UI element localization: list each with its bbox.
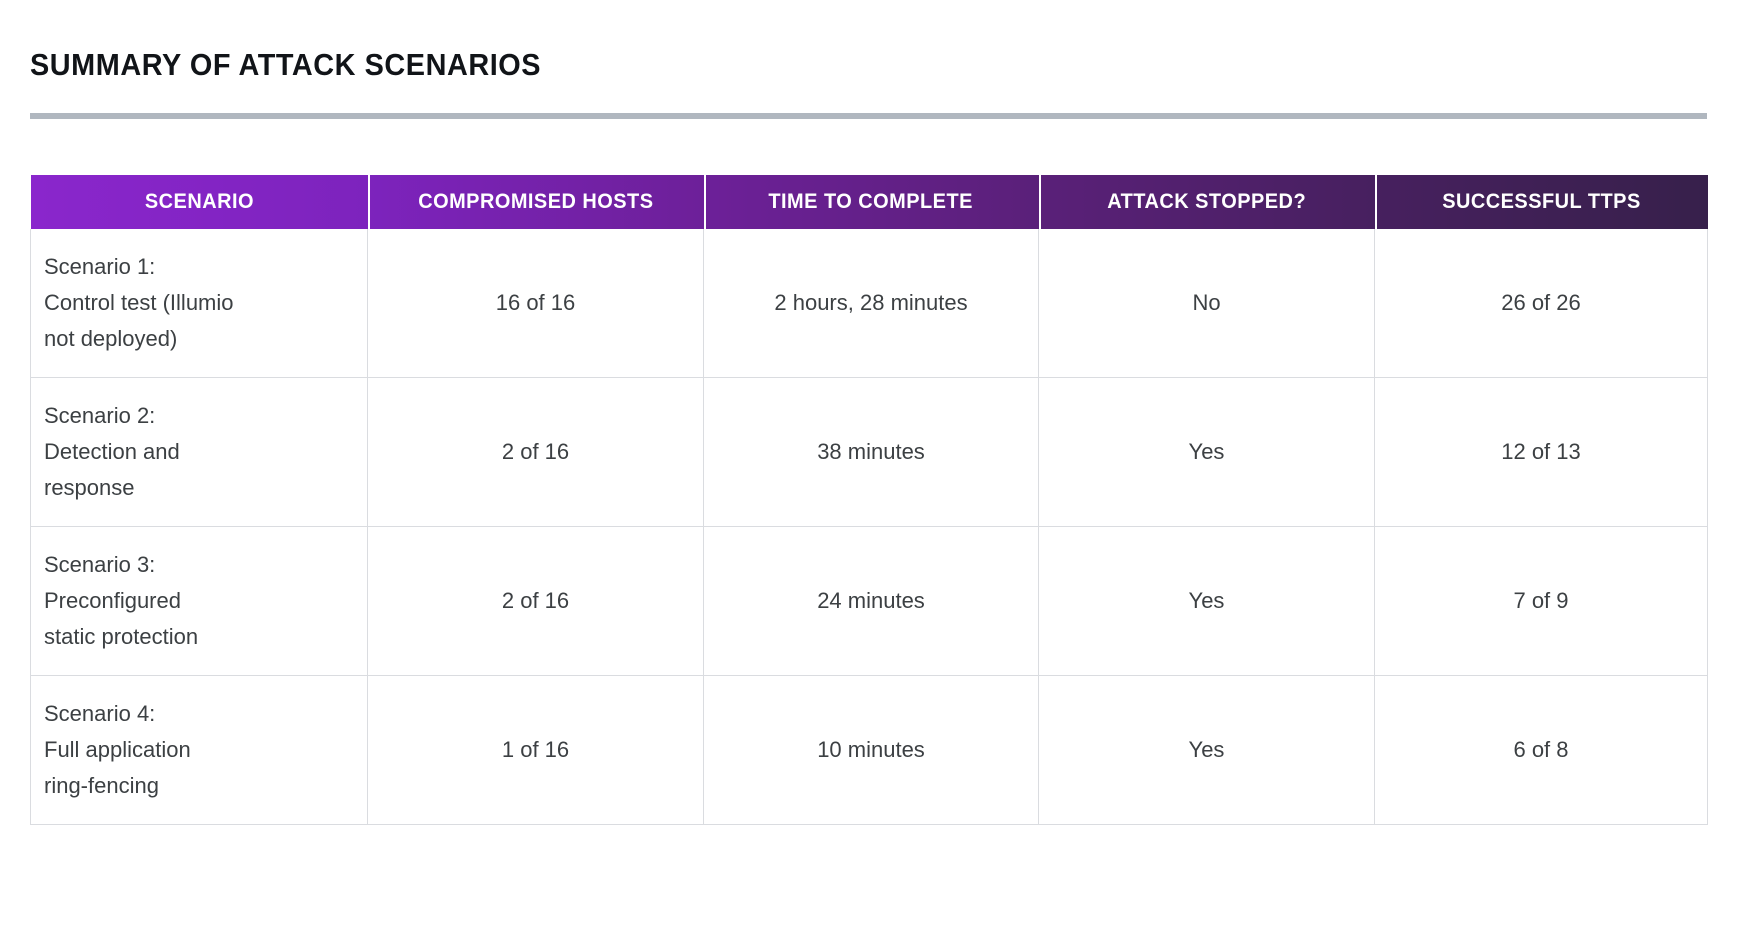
attack-scenarios-table: SCENARIO COMPROMISED HOSTS TIME TO COMPL… — [30, 175, 1708, 825]
cell-scenario: Scenario 2: Detection and response — [30, 377, 368, 527]
scenario-line: Control test (Illumio — [44, 290, 234, 315]
column-header-scenario-label: SCENARIO — [144, 190, 254, 213]
column-header-successful-ttps: SUCCESSFUL TTPs — [1374, 175, 1708, 229]
cell-time-to-complete: 24 minutes — [703, 526, 1039, 676]
scenario-line: Scenario 4: — [44, 701, 156, 726]
cell-successful-ttps: 26 of 26 — [1374, 229, 1708, 378]
title-divider — [30, 113, 1707, 119]
scenario-line: ring-fencing — [44, 773, 159, 798]
column-header-compromised-hosts-label: COMPROMISED HOSTS — [417, 190, 654, 213]
table-header: SCENARIO COMPROMISED HOSTS TIME TO COMPL… — [30, 175, 1708, 229]
column-header-attack-stopped-label: ATTACK STOPPED? — [1107, 190, 1306, 213]
cell-time-to-complete: 2 hours, 28 minutes — [703, 229, 1039, 378]
table-row: Scenario 2: Detection and response 2 of … — [30, 377, 1708, 527]
cell-successful-ttps: 7 of 9 — [1374, 526, 1708, 676]
column-header-successful-ttps-label: SUCCESSFUL TTPs — [1441, 190, 1641, 213]
scenario-line: Scenario 2: — [44, 403, 156, 428]
table-body: Scenario 1: Control test (Illumio not de… — [30, 229, 1708, 825]
table-row: Scenario 4: Full application ring-fencin… — [30, 675, 1708, 825]
cell-successful-ttps: 6 of 8 — [1374, 675, 1708, 825]
table-header-row: SCENARIO COMPROMISED HOSTS TIME TO COMPL… — [30, 175, 1708, 229]
cell-scenario: Scenario 3: Preconfigured static protect… — [30, 526, 368, 676]
cell-attack-stopped: Yes — [1038, 377, 1375, 527]
column-header-attack-stopped: ATTACK STOPPED? — [1038, 175, 1375, 229]
cell-time-to-complete: 10 minutes — [703, 675, 1039, 825]
scenario-line: Scenario 3: — [44, 552, 156, 577]
cell-attack-stopped: No — [1038, 229, 1375, 378]
cell-successful-ttps: 12 of 13 — [1374, 377, 1708, 527]
attack-scenarios-table-container: SCENARIO COMPROMISED HOSTS TIME TO COMPL… — [30, 175, 1708, 825]
cell-compromised-hosts: 1 of 16 — [367, 675, 704, 825]
scenario-line: static protection — [44, 624, 199, 649]
scenario-line: Scenario 1: — [44, 254, 156, 279]
column-header-time-to-complete-label: TIME TO COMPLETE — [768, 190, 974, 213]
cell-time-to-complete: 38 minutes — [703, 377, 1039, 527]
scenario-line: not deployed) — [44, 326, 178, 351]
scenario-line: Preconfigured — [44, 588, 181, 613]
cell-compromised-hosts: 2 of 16 — [367, 526, 704, 676]
cell-attack-stopped: Yes — [1038, 675, 1375, 825]
scenario-line: Detection and — [44, 439, 180, 464]
column-header-time-to-complete: TIME TO COMPLETE — [703, 175, 1039, 229]
table-row: Scenario 1: Control test (Illumio not de… — [30, 229, 1708, 378]
column-header-compromised-hosts: COMPROMISED HOSTS — [367, 175, 704, 229]
cell-compromised-hosts: 2 of 16 — [367, 377, 704, 527]
cell-attack-stopped: Yes — [1038, 526, 1375, 676]
scenario-line: response — [44, 475, 135, 500]
cell-compromised-hosts: 16 of 16 — [367, 229, 704, 378]
summary-page: SUMMARY OF ATTACK SCENARIOS SCENARIO COM… — [0, 0, 1744, 952]
scenario-line: Full application — [44, 737, 191, 762]
table-row: Scenario 3: Preconfigured static protect… — [30, 526, 1708, 676]
cell-scenario: Scenario 4: Full application ring-fencin… — [30, 675, 368, 825]
column-header-scenario: SCENARIO — [31, 175, 368, 229]
page-title: SUMMARY OF ATTACK SCENARIOS — [30, 46, 542, 82]
cell-scenario: Scenario 1: Control test (Illumio not de… — [30, 229, 368, 378]
